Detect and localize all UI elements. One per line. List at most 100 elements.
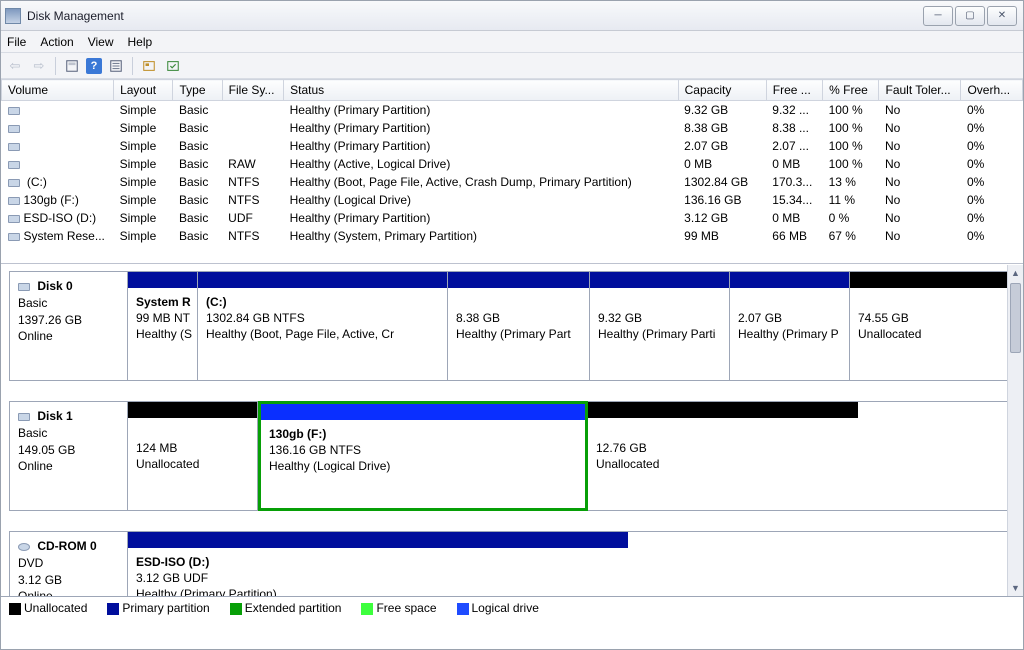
scroll-down-icon[interactable]: ▼ bbox=[1008, 580, 1023, 596]
scroll-thumb[interactable] bbox=[1010, 283, 1021, 353]
maximize-button[interactable]: ▢ bbox=[955, 6, 985, 26]
partition[interactable]: 2.07 GBHealthy (Primary P bbox=[730, 272, 850, 380]
col-filesys[interactable]: File Sy... bbox=[222, 80, 283, 101]
menu-help[interactable]: Help bbox=[128, 35, 153, 49]
window-title: Disk Management bbox=[27, 9, 124, 23]
table-row[interactable]: (C:)SimpleBasicNTFSHealthy (Boot, Page F… bbox=[2, 173, 1023, 191]
table-row[interactable]: SimpleBasicHealthy (Primary Partition)2.… bbox=[2, 137, 1023, 155]
legend: Unallocated Primary partition Extended p… bbox=[1, 596, 1023, 619]
cell-overhead: 0% bbox=[961, 119, 1023, 137]
partition-bar-primary bbox=[128, 532, 628, 548]
cell-status: Healthy (System, Primary Partition) bbox=[284, 227, 679, 245]
partition-status: Unallocated bbox=[136, 457, 199, 471]
forward-button[interactable]: ⇨ bbox=[29, 56, 49, 76]
partition-size: 1302.84 GB NTFS bbox=[206, 311, 305, 325]
cell-overhead: 0% bbox=[961, 101, 1023, 120]
cell-layout: Simple bbox=[114, 155, 173, 173]
close-button[interactable]: ✕ bbox=[987, 6, 1017, 26]
partition-bar-unallocated bbox=[588, 402, 858, 418]
cell-free: 9.32 ... bbox=[766, 101, 822, 120]
menubar: File Action View Help bbox=[1, 31, 1023, 53]
partition-title: System R bbox=[136, 295, 191, 309]
partition-title: 130gb (F:) bbox=[269, 427, 326, 441]
action-button[interactable] bbox=[163, 56, 183, 76]
table-row[interactable]: ESD-ISO (D:)SimpleBasicUDFHealthy (Prima… bbox=[2, 209, 1023, 227]
table-header-row: Volume Layout Type File Sy... Status Cap… bbox=[2, 80, 1023, 101]
minimize-button[interactable]: ─ bbox=[923, 6, 953, 26]
col-free[interactable]: Free ... bbox=[766, 80, 822, 101]
partition[interactable]: 8.38 GBHealthy (Primary Part bbox=[448, 272, 590, 380]
cell-type: Basic bbox=[173, 191, 222, 209]
back-button[interactable]: ⇦ bbox=[5, 56, 25, 76]
cell-filesys bbox=[222, 119, 283, 137]
partition-status: Unallocated bbox=[596, 457, 659, 471]
scroll-up-icon[interactable]: ▲ bbox=[1008, 265, 1023, 281]
disk-0-partitions: System R99 MB NTHealthy (S (C:)1302.84 G… bbox=[128, 272, 1014, 380]
cell-capacity: 8.38 GB bbox=[678, 119, 766, 137]
partition[interactable]: 9.32 GBHealthy (Primary Parti bbox=[590, 272, 730, 380]
cell-capacity: 99 MB bbox=[678, 227, 766, 245]
disk-0-row[interactable]: Disk 0 Basic 1397.26 GB Online System R9… bbox=[9, 271, 1015, 381]
cell-fault: No bbox=[879, 119, 961, 137]
partition-extended-selected[interactable]: 130gb (F:)136.16 GB NTFSHealthy (Logical… bbox=[258, 401, 588, 511]
properties-button[interactable] bbox=[106, 56, 126, 76]
cell-pctfree: 11 % bbox=[823, 191, 879, 209]
partition[interactable]: ESD-ISO (D:)3.12 GB UDFHealthy (Primary … bbox=[128, 532, 628, 596]
table-row[interactable]: SimpleBasicRAWHealthy (Active, Logical D… bbox=[2, 155, 1023, 173]
disk-1-partitions: 124 MBUnallocated 130gb (F:)136.16 GB NT… bbox=[128, 402, 858, 510]
help-icon[interactable]: ? bbox=[86, 58, 102, 74]
volume-icon bbox=[8, 215, 20, 223]
col-pctfree[interactable]: % Free bbox=[823, 80, 879, 101]
cdrom-0-state: Online bbox=[18, 589, 53, 596]
cell-status: Healthy (Primary Partition) bbox=[284, 119, 679, 137]
cell-volume: ESD-ISO (D:) bbox=[2, 209, 114, 227]
table-row[interactable]: SimpleBasicHealthy (Primary Partition)8.… bbox=[2, 119, 1023, 137]
table-row[interactable]: System Rese...SimpleBasicNTFSHealthy (Sy… bbox=[2, 227, 1023, 245]
cdrom-0-row[interactable]: CD-ROM 0 DVD 3.12 GB Online ESD-ISO (D:)… bbox=[9, 531, 1015, 596]
partition-unallocated[interactable]: 74.55 GBUnallocated bbox=[850, 272, 1014, 380]
volume-icon bbox=[8, 197, 20, 205]
col-volume[interactable]: Volume bbox=[2, 80, 114, 101]
rescan-button[interactable] bbox=[139, 56, 159, 76]
cdrom-0-partitions: ESD-ISO (D:)3.12 GB UDFHealthy (Primary … bbox=[128, 532, 628, 596]
menu-file[interactable]: File bbox=[7, 35, 26, 49]
disk-0-type: Basic bbox=[18, 296, 47, 310]
partition-size: 2.07 GB bbox=[738, 311, 782, 325]
col-layout[interactable]: Layout bbox=[114, 80, 173, 101]
partition-unallocated[interactable]: 12.76 GBUnallocated bbox=[588, 402, 858, 510]
titlebar: Disk Management ─ ▢ ✕ bbox=[1, 1, 1023, 31]
cdrom-0-size: 3.12 GB bbox=[18, 573, 62, 587]
partition[interactable]: (C:)1302.84 GB NTFSHealthy (Boot, Page F… bbox=[198, 272, 448, 380]
refresh-button[interactable] bbox=[62, 56, 82, 76]
partition-status: Unallocated bbox=[858, 327, 921, 341]
col-type[interactable]: Type bbox=[173, 80, 222, 101]
cell-pctfree: 0 % bbox=[823, 209, 879, 227]
menu-view[interactable]: View bbox=[88, 35, 114, 49]
cell-volume bbox=[2, 155, 114, 173]
cell-type: Basic bbox=[173, 155, 222, 173]
legend-logical: Logical drive bbox=[457, 601, 539, 615]
partition-unallocated[interactable]: 124 MBUnallocated bbox=[128, 402, 258, 510]
partition-title: ESD-ISO (D:) bbox=[136, 555, 209, 569]
disk-1-row[interactable]: Disk 1 Basic 149.05 GB Online 124 MBUnal… bbox=[9, 401, 1015, 511]
col-capacity[interactable]: Capacity bbox=[678, 80, 766, 101]
cell-overhead: 0% bbox=[961, 227, 1023, 245]
col-overhead[interactable]: Overh... bbox=[961, 80, 1023, 101]
cell-overhead: 0% bbox=[961, 137, 1023, 155]
vertical-scrollbar[interactable]: ▲ ▼ bbox=[1007, 265, 1023, 596]
table-row[interactable]: SimpleBasicHealthy (Primary Partition)9.… bbox=[2, 101, 1023, 120]
cell-type: Basic bbox=[173, 227, 222, 245]
table-row[interactable]: 130gb (F:)SimpleBasicNTFSHealthy (Logica… bbox=[2, 191, 1023, 209]
partition[interactable]: System R99 MB NTHealthy (S bbox=[128, 272, 198, 380]
cell-status: Healthy (Primary Partition) bbox=[284, 101, 679, 120]
disk-1-label: Disk 1 Basic 149.05 GB Online bbox=[10, 402, 128, 510]
disk-icon bbox=[18, 283, 30, 291]
col-fault[interactable]: Fault Toler... bbox=[879, 80, 961, 101]
partition-status: Healthy (S bbox=[136, 327, 192, 341]
cell-status: Healthy (Boot, Page File, Active, Crash … bbox=[284, 173, 679, 191]
col-status[interactable]: Status bbox=[284, 80, 679, 101]
volume-icon bbox=[8, 125, 20, 133]
partition-bar-unallocated bbox=[128, 402, 257, 418]
cell-type: Basic bbox=[173, 119, 222, 137]
menu-action[interactable]: Action bbox=[40, 35, 73, 49]
